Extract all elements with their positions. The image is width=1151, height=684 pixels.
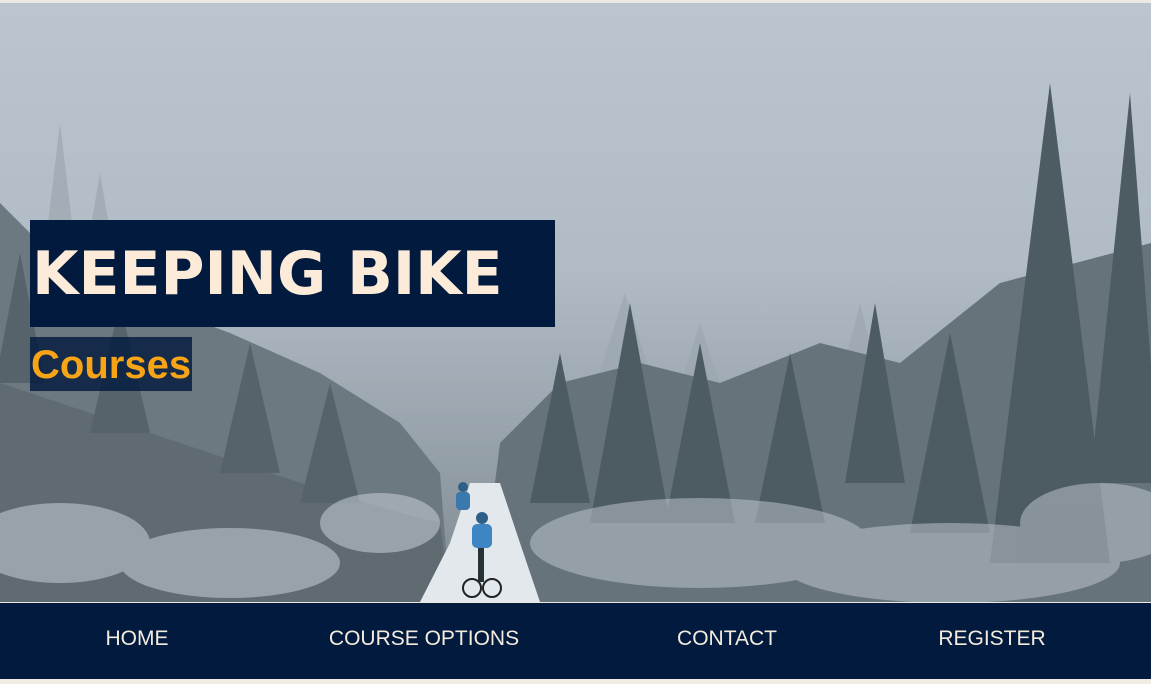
hero-title-box: KEEPING BIKE <box>30 220 555 327</box>
hero-subtitle-box: Courses <box>30 337 193 391</box>
hero-banner: KEEPING BIKE Courses <box>0 3 1151 602</box>
nav-register-link[interactable]: REGISTER <box>938 603 1045 677</box>
footer-strip <box>0 677 1151 684</box>
page: KEEPING BIKE Courses HOME COURSE OPTIONS… <box>0 0 1151 684</box>
nav-contact-link[interactable]: CONTACT <box>677 603 777 677</box>
nav-home-link[interactable]: HOME <box>106 603 169 677</box>
hero-title: KEEPING BIKE <box>32 239 503 309</box>
nav-course-options-link[interactable]: COURSE OPTIONS <box>329 603 519 677</box>
hero-subtitle: Courses <box>31 343 192 387</box>
main-navigation: HOME COURSE OPTIONS CONTACT REGISTER <box>0 603 1151 677</box>
